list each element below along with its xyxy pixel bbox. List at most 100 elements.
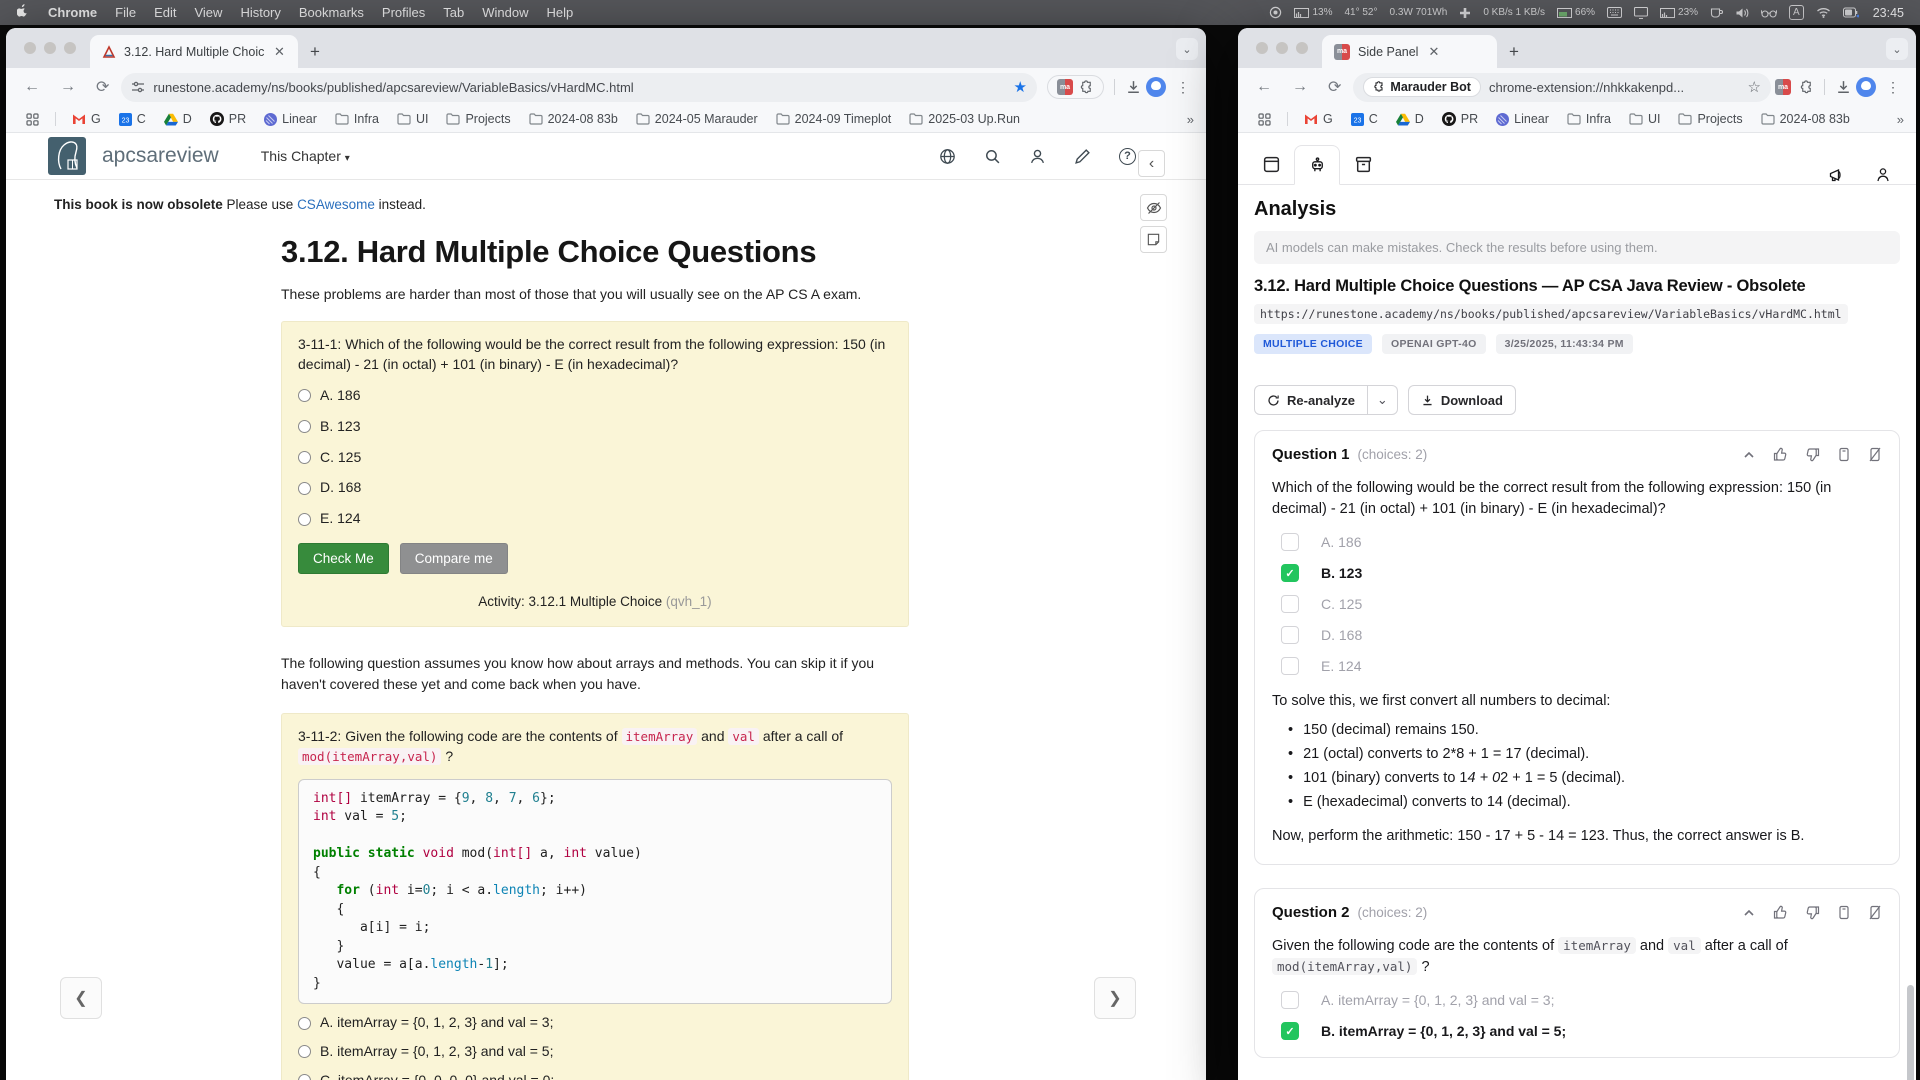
- answer-option[interactable]: A. itemArray = {0, 1, 2, 3} and val = 3;: [298, 1013, 892, 1033]
- reload-button[interactable]: ⟳: [1320, 77, 1349, 97]
- bookmark-linear[interactable]: Linear: [1488, 109, 1557, 129]
- bookmark-folder-ui[interactable]: UI: [1621, 109, 1669, 129]
- forward-button[interactable]: →: [52, 78, 84, 96]
- extensions-puzzle-icon[interactable]: [1799, 80, 1814, 95]
- thumbs-down-icon[interactable]: [1805, 447, 1820, 462]
- bookmark-g[interactable]: G: [64, 109, 109, 129]
- marauder-extension-icon[interactable]: ma: [1775, 79, 1791, 95]
- tab-search-chevron-icon[interactable]: ⌄: [1176, 38, 1198, 60]
- bookmark-folder-2025-03-up-run[interactable]: 2025-03 Up.Run: [901, 109, 1028, 129]
- window-controls[interactable]: [1256, 42, 1308, 54]
- apps-grid-icon[interactable]: [18, 110, 47, 129]
- next-page-button[interactable]: ❯: [1094, 977, 1136, 1019]
- network-speed[interactable]: 0 KB/s 1 KB/s: [1477, 7, 1551, 18]
- coffee-icon[interactable]: [1704, 7, 1729, 19]
- scratch-activecode-toggle[interactable]: [1140, 194, 1167, 221]
- bookmark-linear[interactable]: Linear: [256, 109, 325, 129]
- collapse-chevron-icon[interactable]: [1742, 448, 1756, 462]
- csawesome-link[interactable]: CSAwesome: [297, 197, 375, 212]
- checked-checkbox[interactable]: ✓: [1281, 564, 1299, 582]
- chapter-dropdown[interactable]: This Chapter ▾: [261, 148, 350, 164]
- marauder-extension-icon[interactable]: ma: [1057, 79, 1073, 95]
- chrome-menu-icon[interactable]: ⋮: [1880, 79, 1906, 96]
- prev-page-button[interactable]: ❮: [60, 977, 102, 1019]
- radio-button[interactable]: [298, 451, 311, 464]
- bookmark-c[interactable]: 23C: [1343, 109, 1386, 129]
- browser-tab[interactable]: ma Side Panel ✕: [1322, 35, 1497, 68]
- menubar-clock[interactable]: 23:45: [1865, 6, 1910, 20]
- menu-item-history[interactable]: History: [231, 5, 289, 20]
- menu-item-window[interactable]: Window: [473, 5, 537, 20]
- cpu-meter[interactable]: 13%: [1288, 7, 1338, 18]
- unchecked-checkbox[interactable]: [1281, 533, 1299, 551]
- keyboard-icon[interactable]: [1601, 7, 1628, 18]
- panel-scrollbar[interactable]: [1907, 985, 1914, 1080]
- menu-item-tab[interactable]: Tab: [434, 5, 473, 20]
- browser-tab[interactable]: 3.12. Hard Multiple Choice Qu ✕: [90, 35, 298, 68]
- back-button[interactable]: ←: [1248, 78, 1280, 96]
- back-button[interactable]: ←: [16, 78, 48, 96]
- reanalyze-dropdown-button[interactable]: ⌄: [1368, 385, 1398, 415]
- radio-button[interactable]: [298, 420, 311, 433]
- answer-option[interactable]: C. 125: [298, 448, 892, 468]
- radio-button[interactable]: [298, 513, 311, 526]
- bookmark-folder-infra[interactable]: Infra: [1559, 109, 1619, 129]
- downloads-icon[interactable]: [1125, 79, 1142, 96]
- input-source[interactable]: A: [1783, 5, 1810, 20]
- minimize-window-button[interactable]: [44, 42, 56, 54]
- new-tab-button[interactable]: +: [298, 42, 332, 68]
- power[interactable]: 0.3W 701Wh: [1384, 7, 1454, 18]
- menu-item-edit[interactable]: Edit: [145, 5, 185, 20]
- bookmark-folder-2024-09-timeplot[interactable]: 2024-09 Timeplot: [768, 109, 900, 129]
- answer-option[interactable]: C. itemArray = {0, 0, 0, 0} and val = 0;: [298, 1071, 892, 1080]
- thumbs-down-icon[interactable]: [1805, 905, 1820, 920]
- pencil-icon[interactable]: [1074, 148, 1091, 165]
- flashcard-off-icon[interactable]: [1868, 905, 1882, 920]
- chrome-menu-icon[interactable]: ⋮: [1170, 79, 1196, 96]
- radio-button[interactable]: [298, 482, 311, 495]
- new-tab-button[interactable]: +: [1497, 42, 1531, 68]
- ram-meter[interactable]: 66%: [1551, 7, 1601, 18]
- tab-close-icon[interactable]: ✕: [272, 44, 287, 60]
- user-icon[interactable]: [1029, 148, 1046, 165]
- reanalyze-button[interactable]: Re-analyze: [1254, 385, 1368, 415]
- bookmark-folder-2024-08-83b[interactable]: 2024-08 83b: [521, 109, 626, 129]
- tab-archive[interactable]: [1340, 144, 1386, 184]
- wifi-icon[interactable]: [1810, 7, 1837, 18]
- compare-me-button[interactable]: Compare me: [400, 543, 508, 574]
- volume-icon[interactable]: [1729, 7, 1755, 19]
- extension-name-chip[interactable]: Marauder Bot: [1363, 77, 1481, 97]
- globe-icon[interactable]: [939, 148, 956, 165]
- help-icon[interactable]: ?: [1119, 148, 1136, 165]
- minimize-window-button[interactable]: [1276, 42, 1288, 54]
- bookmarks-overflow-chevron[interactable]: »: [1897, 112, 1904, 127]
- megaphone-icon[interactable]: [1828, 166, 1846, 184]
- menu-item-bookmarks[interactable]: Bookmarks: [290, 5, 373, 20]
- answer-option[interactable]: B. 123: [298, 417, 892, 437]
- plus-icon[interactable]: [1453, 7, 1477, 19]
- site-name[interactable]: apcsareview: [102, 144, 219, 168]
- apps-grid-icon[interactable]: [1250, 110, 1279, 129]
- answer-option[interactable]: B. itemArray = {0, 1, 2, 3} and val = 5;: [298, 1042, 892, 1062]
- forward-button[interactable]: →: [1284, 78, 1316, 96]
- scratchpad-button[interactable]: [1140, 226, 1167, 253]
- flashcard-off-icon[interactable]: [1868, 447, 1882, 462]
- flashcard-icon[interactable]: [1837, 905, 1851, 920]
- unchecked-checkbox[interactable]: [1281, 991, 1299, 1009]
- site-logo[interactable]: [48, 137, 86, 175]
- menu-app-name[interactable]: Chrome: [36, 5, 106, 20]
- site-settings-icon[interactable]: [131, 80, 145, 94]
- temperature[interactable]: 41° 52°: [1338, 7, 1383, 18]
- unchecked-checkbox[interactable]: [1281, 657, 1299, 675]
- bookmark-star-icon[interactable]: ☆: [1748, 78, 1761, 96]
- tab-analysis[interactable]: [1294, 145, 1340, 185]
- bookmark-folder-projects[interactable]: Projects: [438, 109, 518, 129]
- bookmark-g[interactable]: G: [1296, 109, 1341, 129]
- extensions-puzzle-icon[interactable]: [1079, 80, 1094, 95]
- bookmark-folder-infra[interactable]: Infra: [327, 109, 387, 129]
- bookmark-folder-2024-05-marauder[interactable]: 2024-05 Marauder: [628, 109, 766, 129]
- close-window-button[interactable]: [1256, 42, 1268, 54]
- menu-item-profiles[interactable]: Profiles: [373, 5, 434, 20]
- answer-option[interactable]: D. 168: [298, 478, 892, 498]
- apple-menu-icon[interactable]: [10, 4, 36, 22]
